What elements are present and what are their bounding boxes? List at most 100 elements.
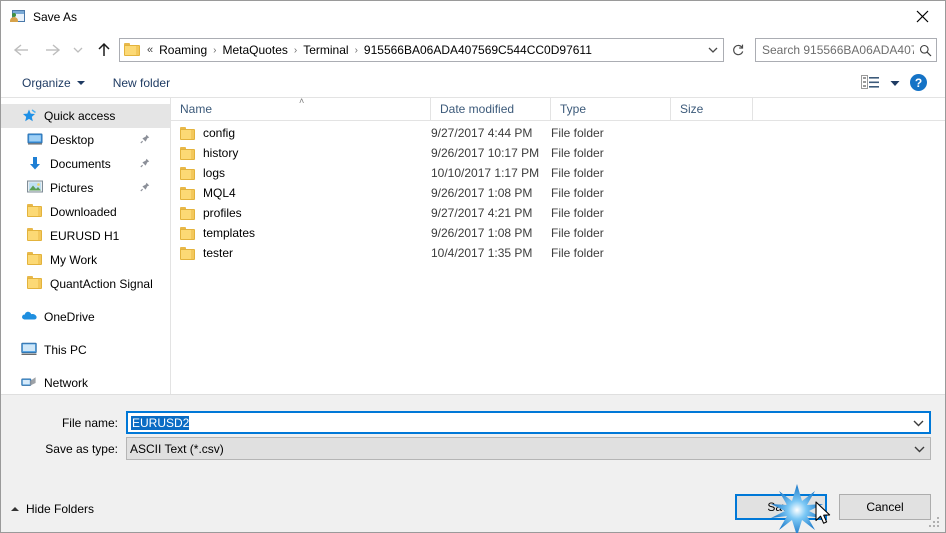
cell-name: logs [171,166,431,180]
column-header-name[interactable]: ˄ Name [171,96,431,120]
table-row[interactable]: logs 10/10/2017 1:17 PM File folder [171,163,945,183]
column-header-size[interactable]: Size [671,98,753,120]
sidebar-item-pictures[interactable]: Pictures [1,176,170,200]
resize-grip-icon[interactable] [929,517,941,529]
filename-input-wrap[interactable]: EURUSD2 [128,415,907,430]
navigation-pane: Quick access Desktop Documents Pictures … [1,98,171,394]
folder-icon [180,206,195,220]
filetype-chevron-down-icon[interactable] [908,438,930,459]
search-input[interactable]: Search 915566BA06ADA40756... [762,43,914,57]
save-button[interactable]: Save [735,494,827,520]
sidebar-item-label: QuantAction Signal [50,277,153,291]
address-bar[interactable]: « Roaming › MetaQuotes › Terminal › 9155… [119,38,724,62]
file-name: MQL4 [203,186,236,200]
view-chevron-down-icon[interactable] [890,76,900,90]
folder-icon [180,126,195,140]
hide-folders-button[interactable]: Hide Folders [11,502,94,516]
up-button[interactable] [89,36,119,64]
help-icon[interactable]: ? [910,74,927,91]
refresh-icon[interactable] [727,38,749,62]
new-folder-label: New folder [112,75,171,90]
column-header-filler [753,98,945,120]
table-row[interactable]: MQL4 9/26/2017 1:08 PM File folder [171,183,945,203]
breadcrumb-overflow[interactable]: « [143,44,156,56]
breadcrumb-item-terminal[interactable]: Terminal [300,41,351,59]
column-label: Date modified [440,102,515,116]
column-label: Type [560,102,587,116]
desktop-monitor-icon [27,132,43,148]
close-icon[interactable] [899,1,945,31]
sidebar-item-desktop[interactable]: Desktop [1,128,170,152]
forward-button[interactable] [37,36,67,64]
sidebar-item-label: Pictures [50,181,94,195]
sidebar-item-quick-access[interactable]: Quick access [1,104,170,128]
window-title: Save As [33,9,78,24]
list-view-icon[interactable] [861,75,880,90]
filetype-label: Save as type: [45,441,118,456]
sidebar-item-this-pc[interactable]: This PC [1,338,170,362]
dialog-footer: Hide Folders Save Cancel [1,486,945,532]
breadcrumb-item-terminal-id[interactable]: 915566BA06ADA407569C544CC0D97611 [361,41,595,59]
sidebar-item-my-work[interactable]: My Work [1,248,170,272]
folder-icon [180,146,195,160]
recent-locations-chevron-down-icon[interactable] [67,36,89,64]
column-header-type[interactable]: Type [551,98,671,120]
table-row[interactable]: tester 10/4/2017 1:35 PM File folder [171,243,945,263]
cell-type: File folder [551,146,604,160]
file-name: logs [203,166,226,180]
sidebar-item-label: EURUSD H1 [50,229,120,243]
table-row[interactable]: templates 9/26/2017 1:08 PM File folder [171,223,945,243]
folder-icon [27,204,43,220]
sidebar-item-label: My Work [50,253,98,267]
folder-icon [27,252,43,268]
table-row[interactable]: history 9/26/2017 10:17 PM File folder [171,143,945,163]
dialog-body: Quick access Desktop Documents Pictures … [1,96,945,394]
cell-type: File folder [551,186,604,200]
filename-chevron-down-icon[interactable] [907,413,929,432]
search-icon[interactable] [914,39,936,61]
sidebar-item-eurusd-h1[interactable]: EURUSD H1 [1,224,170,248]
cell-name: config [171,126,431,140]
sort-ascending-indicator: ˄ [299,96,305,106]
sidebar-item-label: This PC [44,343,87,357]
cell-date: 10/4/2017 1:35 PM [431,246,533,260]
table-row[interactable]: profiles 9/27/2017 4:21 PM File folder [171,203,945,223]
breadcrumb-item-roaming[interactable]: Roaming [156,41,210,59]
quick-access-star-icon [21,108,37,124]
folder-icon [180,166,195,180]
footer-buttons: Save Cancel [735,494,931,520]
sidebar-item-network[interactable]: Network [1,371,170,394]
cell-date: 9/26/2017 10:17 PM [431,146,540,160]
filetype-combobox[interactable]: ASCII Text (*.csv) [126,437,931,460]
breadcrumb-separator[interactable]: › [210,45,219,56]
column-header-date-modified[interactable]: Date modified [431,98,551,120]
breadcrumb-item-metaquotes[interactable]: MetaQuotes [220,41,291,59]
table-row[interactable]: config 9/27/2017 4:44 PM File folder [171,123,945,143]
cell-type: File folder [551,126,604,140]
cell-name: templates [171,226,431,240]
column-headers: ˄ Name Date modified Type Size [171,96,945,121]
cell-type: File folder [551,246,604,260]
folder-icon [180,186,195,200]
sidebar-item-label: Desktop [50,133,95,147]
sidebar-item-onedrive[interactable]: OneDrive [1,305,170,329]
breadcrumb-separator[interactable]: › [291,45,300,56]
title-bar: Save As [1,1,945,32]
cancel-button[interactable]: Cancel [839,494,931,520]
new-folder-button[interactable]: New folder [106,73,177,93]
breadcrumb-separator[interactable]: › [352,45,361,56]
filename-combobox[interactable]: EURUSD2 [126,411,931,434]
file-name: tester [203,246,234,260]
filename-label: File name: [61,415,118,430]
cell-name: MQL4 [171,186,431,200]
search-box[interactable]: Search 915566BA06ADA40756... [755,38,937,62]
file-rows: config 9/27/2017 4:44 PM File folder his… [171,121,945,394]
sidebar-item-quantaction-signal[interactable]: QuantAction Signal [1,272,170,296]
filename-input[interactable]: EURUSD2 [131,415,190,430]
back-button[interactable] [7,36,37,64]
organize-button[interactable]: Organize [15,73,92,93]
sidebar-item-documents[interactable]: Documents [1,152,170,176]
sidebar-item-downloaded[interactable]: Downloaded [1,200,170,224]
cell-type: File folder [551,226,604,240]
address-chevron-down-icon[interactable] [703,39,723,61]
